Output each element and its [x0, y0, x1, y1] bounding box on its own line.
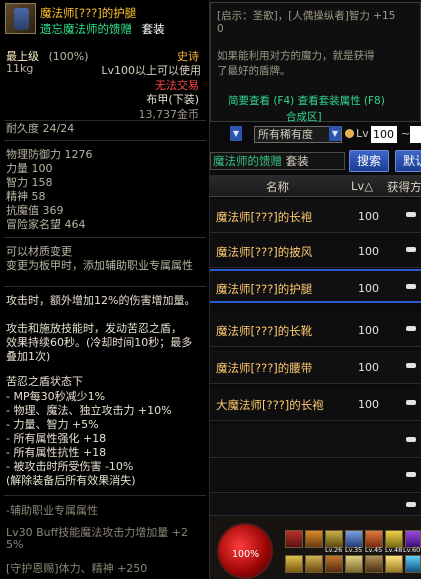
buff-title: 苦忍之盾状态下: [6, 375, 83, 388]
grade-pct: (100%): [48, 50, 89, 63]
minus-icon[interactable]: [406, 212, 416, 217]
row-item-lv: 100: [358, 210, 379, 223]
row-item-name: 大魔法师[???]的长袍: [216, 398, 324, 412]
table-row[interactable]: [210, 494, 421, 516]
skill-slot[interactable]: [365, 555, 383, 573]
material-change-note: 变更为板甲时，添加辅助职业专属属性: [6, 259, 193, 272]
row-item-lv: 100: [358, 324, 379, 337]
divider: [4, 286, 206, 287]
search-button[interactable]: 搜索: [349, 150, 389, 172]
hint-desc-2: 了最好的盾牌。: [217, 65, 291, 77]
leg-armor-icon: [14, 8, 29, 30]
view-set-link[interactable]: 简要查看 (F4) 查看套装属性 (F8): [228, 93, 385, 108]
armor-type: 布甲(下装): [146, 93, 199, 106]
table-row[interactable]: [210, 424, 421, 458]
level-requirement: Lv100以上可以使用: [101, 64, 201, 77]
item-icon: [5, 3, 36, 34]
skill-slot[interactable]: [285, 555, 303, 573]
table-row[interactable]: 魔法师[???]的披风 100: [210, 234, 421, 268]
lv-tilde: ~: [401, 127, 411, 140]
table-row-selected[interactable]: 魔法师[???]的护腿 100: [210, 269, 421, 303]
col-obtain[interactable]: 获得方: [387, 179, 421, 195]
hint-desc-1: 如果能利用对方的魔力，就是获得: [217, 50, 375, 62]
item-tooltip: 魔法师[???]的护腿 遗忘魔法师的馈赠 套装 最上级 (100%) 史诗 11…: [0, 0, 210, 579]
lv-label: Lv: [356, 127, 369, 140]
item-set-name: 遗忘魔法师的馈赠: [40, 22, 132, 36]
minus-icon[interactable]: [406, 502, 416, 507]
slot-level: Lv.60: [403, 546, 421, 554]
divider: [4, 495, 206, 496]
filter-row: ▼ 所有稀有度 ▼ Lv 100 ~: [210, 126, 421, 144]
item-set-line: 遗忘魔法师的馈赠 套装: [40, 21, 165, 37]
item-set-badge: 套装: [141, 22, 165, 36]
table-row[interactable]: [210, 459, 421, 493]
minus-icon[interactable]: [406, 472, 416, 477]
slot-level: Lv.48: [385, 546, 403, 554]
row-item-lv: 100: [358, 245, 379, 258]
divider: [4, 140, 206, 141]
lv-min-input[interactable]: 100: [371, 126, 397, 143]
hint-line-2: 0: [217, 23, 224, 35]
chevron-down-icon[interactable]: ▼: [230, 126, 242, 141]
hint-panel: [启示：圣歌]，[人偶操纵者]智力 +15 0 如果能利用对方的魔力，就是获得 …: [210, 2, 421, 124]
row-item-lv: 100: [358, 361, 379, 374]
effect-line: 攻击时，额外增加12%的伤害增加量。: [6, 294, 196, 307]
table-row[interactable]: 魔法师[???]的长靴 100: [210, 313, 421, 347]
lv-max-input[interactable]: [410, 126, 421, 143]
skill-slot[interactable]: [325, 555, 343, 573]
col-lv[interactable]: Lv△: [351, 179, 373, 193]
table-row[interactable]: 魔法师[???]的腰带 100: [210, 350, 421, 384]
set-chip-name: 魔法师的馈赠: [213, 154, 282, 168]
skill-slot[interactable]: [285, 530, 303, 548]
set-search-row: 魔法师的馈赠 套装 搜索 默认: [210, 150, 421, 172]
row-item-name: 魔法师[???]的长袍: [216, 210, 313, 224]
minus-icon[interactable]: [406, 326, 416, 331]
buff-line: (解除装备后所有效果消失): [6, 474, 136, 487]
skill-slot[interactable]: [345, 555, 363, 573]
minus-icon[interactable]: [406, 400, 416, 405]
slot-level: Lv.35: [345, 546, 363, 554]
row-item-name: 魔法师[???]的长靴: [216, 324, 313, 338]
weight: 11kg: [6, 62, 34, 75]
effect-line: 叠加1次): [6, 350, 51, 363]
set-chip-tag: 套装: [285, 154, 309, 168]
default-button[interactable]: 默认: [395, 150, 421, 172]
slot-level: Lv.45: [365, 546, 383, 554]
slot-level: Lv.26: [325, 546, 343, 554]
aux-line: [守护恩赐]体力、精神 +250: [6, 562, 148, 575]
synthesis-link[interactable]: 合成区]: [286, 109, 322, 124]
col-name[interactable]: 名称: [266, 179, 289, 195]
aux-title: -辅助职业专属属性: [6, 504, 98, 517]
minus-icon[interactable]: [406, 437, 416, 442]
skill-slot[interactable]: [405, 555, 421, 573]
skill-slot[interactable]: [385, 555, 403, 573]
minus-icon[interactable]: [406, 284, 416, 289]
table-row[interactable]: 魔法师[???]的长袍 100: [210, 199, 421, 233]
set-filter-chip[interactable]: 魔法师的馈赠 套装: [210, 152, 345, 170]
aux-line: 5%: [6, 538, 24, 551]
row-item-lv: 100: [358, 398, 379, 411]
skill-slot[interactable]: [305, 555, 323, 573]
stat-line: 冒险家名望 464: [6, 218, 86, 231]
durability: 耐久度 24/24: [6, 122, 75, 135]
item-name: 魔法师[???]的护腿: [40, 6, 137, 20]
divider: [4, 237, 206, 238]
minus-icon[interactable]: [406, 247, 416, 252]
row-item-name: 魔法师[???]的腰带: [216, 361, 313, 375]
aux-line: Lv30 Buff技能魔法攻击力增加量 +2: [6, 526, 188, 539]
skill-slot[interactable]: [305, 530, 323, 548]
row-item-name: 魔法师[???]的披风: [216, 245, 313, 259]
rarity-dropdown-icon[interactable]: ▼: [329, 126, 341, 141]
row-item-lv: 100: [358, 282, 379, 295]
lv-filter-icon: [345, 129, 354, 138]
table-row[interactable]: 大魔法师[???]的长袍 100: [210, 387, 421, 421]
hint-line-1: [启示：圣歌]，[人偶操纵者]智力 +15: [217, 10, 396, 22]
minus-icon[interactable]: [406, 363, 416, 368]
result-table-header: 名称 Lv△ 获得方: [210, 175, 421, 197]
row-item-name: 魔法师[???]的护腿: [216, 282, 313, 296]
rarity-select-value: 所有稀有度: [258, 128, 313, 141]
hp-orb-value: 100%: [232, 549, 260, 560]
